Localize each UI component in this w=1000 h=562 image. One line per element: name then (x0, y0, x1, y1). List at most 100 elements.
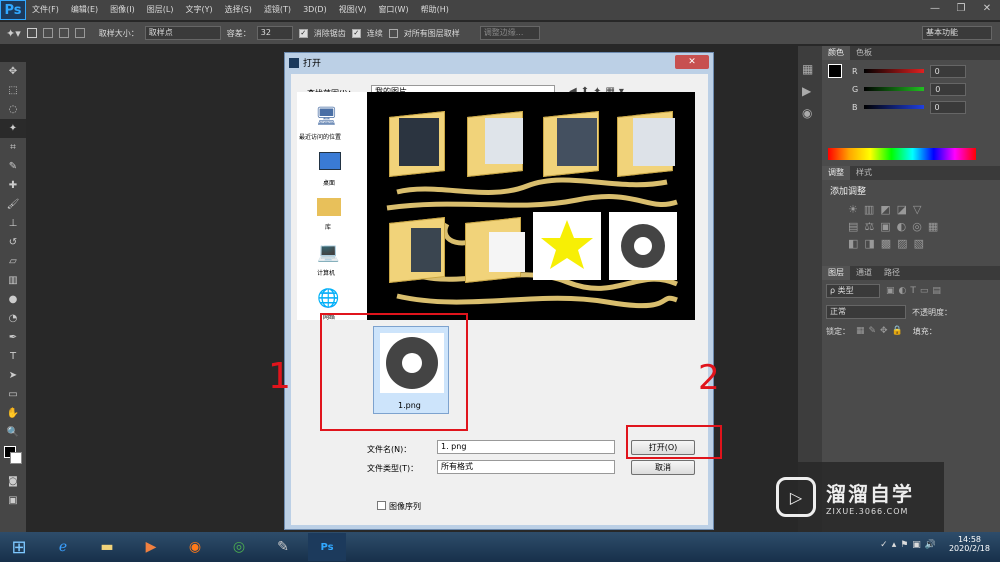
refine-edge-button[interactable]: 调整边缘... (479, 26, 540, 40)
image-sequence-checkbox[interactable] (377, 501, 386, 510)
history-icon[interactable]: ▦ (802, 62, 818, 76)
place-computer[interactable]: 计算机 (317, 268, 335, 277)
magic-wand-tool-icon[interactable]: ✦ (0, 119, 26, 138)
tab-paths[interactable]: 路径 (878, 266, 906, 280)
folder-item[interactable] (389, 108, 451, 178)
contiguous-checkbox[interactable]: ✓ (351, 28, 361, 38)
quick-mask-icon[interactable]: ◙ (0, 472, 26, 491)
folder-item[interactable] (389, 214, 451, 284)
menu-edit[interactable]: 编辑(E) (65, 0, 104, 20)
dialog-close-icon[interactable]: ✕ (675, 55, 709, 69)
menu-window[interactable]: 窗口(W) (372, 0, 414, 20)
intersect-selection-icon[interactable] (74, 28, 85, 38)
green-slider[interactable]: G0 (822, 80, 1000, 98)
subtract-selection-icon[interactable] (58, 28, 69, 38)
stamp-tool-icon[interactable]: ⊥ (0, 214, 26, 233)
screen-mode-icon[interactable]: ▣ (0, 491, 26, 510)
filename-input[interactable]: 1. png (437, 440, 615, 454)
image-thumb-flower[interactable] (609, 212, 677, 280)
close-icon[interactable]: ✕ (974, 0, 1000, 18)
ie-icon[interactable]: ℯ (44, 533, 82, 561)
network-icon[interactable]: 🌐 (317, 288, 339, 309)
gradient-tool-icon[interactable]: ▥ (0, 271, 26, 290)
layer-kind-filter[interactable]: ρ 类型 (826, 284, 880, 298)
menu-file[interactable]: 文件(F) (26, 0, 65, 20)
dodge-tool-icon[interactable]: ◔ (0, 309, 26, 328)
menu-select[interactable]: 选择(S) (219, 0, 258, 20)
chrome-icon[interactable]: ◎ (220, 533, 258, 561)
menu-type[interactable]: 文字(Y) (179, 0, 218, 20)
new-selection-icon[interactable] (26, 28, 37, 38)
firefox-icon[interactable]: ◉ (176, 533, 214, 561)
tab-styles[interactable]: 样式 (850, 166, 878, 180)
red-value[interactable]: 0 (929, 64, 966, 78)
adjustment-icons-row3[interactable]: ◧◨▩▨▧ (848, 237, 992, 250)
all-layers-checkbox[interactable] (388, 28, 398, 38)
move-tool-icon[interactable]: ✥ (0, 62, 26, 81)
green-value[interactable]: 0 (930, 82, 967, 96)
folder-item[interactable] (543, 108, 605, 178)
lock-icons[interactable]: ▦✎✥🔒 (856, 326, 907, 336)
cancel-button[interactable]: 取消 (631, 460, 695, 475)
lasso-tool-icon[interactable]: ◌ (0, 100, 26, 119)
image-thumb-star[interactable] (533, 212, 601, 280)
blue-slider[interactable]: B0 (822, 98, 1000, 116)
recent-places-icon[interactable]: 🖥 (315, 106, 338, 127)
menu-help[interactable]: 帮助(H) (415, 0, 455, 20)
filetype-select[interactable]: 所有格式 (437, 460, 615, 474)
antialias-checkbox[interactable]: ✓ (298, 28, 308, 38)
media-player-icon[interactable]: ▶ (132, 533, 170, 561)
color-spectrum[interactable] (828, 148, 976, 160)
add-selection-icon[interactable] (42, 28, 53, 38)
place-desktop[interactable]: 桌面 (323, 178, 335, 187)
properties-icon[interactable]: ◉ (802, 106, 818, 120)
path-select-icon[interactable]: ➤ (0, 366, 26, 385)
tab-layers[interactable]: 图层 (822, 266, 850, 280)
place-library[interactable]: 库 (325, 222, 331, 231)
desktop-icon[interactable] (319, 152, 341, 170)
folder-item[interactable] (465, 214, 527, 284)
adjustment-icons-row1[interactable]: ☀▥◩◪▽ (848, 203, 992, 216)
pen-tool-icon[interactable]: ✒ (0, 328, 26, 347)
history-brush-icon[interactable]: ↺ (0, 233, 26, 252)
explorer-icon[interactable]: ▬ (88, 533, 126, 561)
shape-tool-icon[interactable]: ▭ (0, 385, 26, 404)
menu-filter[interactable]: 滤镜(T) (258, 0, 297, 20)
magic-wand-icon[interactable]: ✦▾ (6, 27, 21, 40)
sample-size-select[interactable]: 取样点 (144, 26, 221, 40)
tab-channels[interactable]: 通道 (850, 266, 878, 280)
play-icon[interactable]: ▶ (802, 84, 818, 98)
adjustment-icons-row2[interactable]: ▤⚖▣◐◎▦ (848, 220, 992, 233)
eraser-tool-icon[interactable]: ▱ (0, 252, 26, 271)
blue-value[interactable]: 0 (929, 100, 966, 114)
tab-swatches[interactable]: 色板 (850, 46, 878, 60)
crop-tool-icon[interactable]: ⌗ (0, 138, 26, 157)
foreground-color-icon[interactable] (828, 64, 842, 78)
eyedropper-tool-icon[interactable]: ✎ (0, 157, 26, 176)
red-slider[interactable]: R0 (822, 62, 1000, 80)
start-icon[interactable]: ⊞ (0, 533, 38, 561)
tab-color[interactable]: 颜色 (822, 46, 850, 60)
place-recent[interactable]: 最近访问的位置 (299, 132, 341, 141)
folder-item[interactable] (467, 108, 529, 178)
menu-3d[interactable]: 3D(D) (297, 0, 333, 20)
workspace-select[interactable]: 基本功能 (922, 26, 992, 40)
tab-adjustments[interactable]: 调整 (822, 166, 850, 180)
menu-image[interactable]: 图像(I) (104, 0, 141, 20)
photoshop-taskbar-icon[interactable]: Ps (308, 533, 346, 561)
blur-tool-icon[interactable]: ● (0, 290, 26, 309)
folder-item[interactable] (617, 108, 679, 178)
tray-icons[interactable]: ✓▴⚑▣🔊 (880, 540, 940, 550)
computer-icon[interactable]: 💻 (317, 242, 339, 263)
zoom-tool-icon[interactable]: 🔍 (0, 423, 26, 442)
marquee-tool-icon[interactable]: ⬚ (0, 81, 26, 100)
type-tool-icon[interactable]: T (0, 347, 26, 366)
library-icon[interactable] (317, 198, 341, 216)
blend-mode-select[interactable]: 正常 (826, 305, 906, 319)
brush-tool-icon[interactable]: 🖌 (0, 195, 26, 214)
tolerance-input[interactable]: 32 (256, 26, 293, 40)
menu-layer[interactable]: 图层(L) (141, 0, 180, 20)
hand-tool-icon[interactable]: ✋ (0, 404, 26, 423)
healing-tool-icon[interactable]: ✚ (0, 176, 26, 195)
paint-icon[interactable]: ✎ (264, 533, 302, 561)
